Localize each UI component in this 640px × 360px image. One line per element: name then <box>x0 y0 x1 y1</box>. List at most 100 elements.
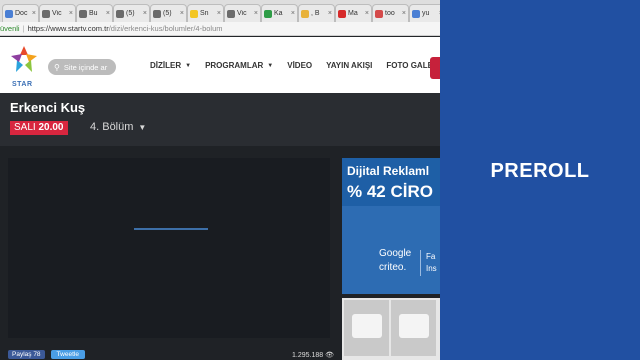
browser-tab[interactable]: Doc × <box>2 4 39 22</box>
tab-favicon-icon <box>42 9 50 18</box>
content-area: Paylaş 78 Tweetle 1.295.188 👁 Dijital Re… <box>0 146 440 360</box>
ad-side-text-1: Fa <box>426 252 436 261</box>
url-host: https://www.startv.com.tr <box>27 24 109 33</box>
ad-brand-criteo: criteo. <box>379 262 407 273</box>
close-icon[interactable]: × <box>143 10 147 17</box>
tab-favicon-icon <box>301 9 309 18</box>
nav-item[interactable]: PROGRAMLAR ▼ <box>205 61 273 70</box>
close-icon[interactable]: × <box>254 10 258 17</box>
tab-label: Ka <box>274 10 283 17</box>
ad-brand-google: Google <box>379 248 412 259</box>
nav-red-button[interactable] <box>430 57 440 79</box>
logo-text: STAR <box>12 81 33 88</box>
episode-selector[interactable]: 4. Bölüm ▼ <box>90 121 146 133</box>
close-icon[interactable]: × <box>69 10 73 17</box>
close-icon[interactable]: × <box>328 10 332 17</box>
close-icon[interactable]: × <box>291 10 295 17</box>
close-icon[interactable]: × <box>365 10 369 17</box>
browser-tab[interactable]: Vic × <box>39 4 76 22</box>
site-search-input[interactable]: ⚲ Site içinde ar <box>48 59 116 75</box>
facebook-share-button[interactable]: Paylaş 78 <box>8 350 45 359</box>
caret-down-icon: ▼ <box>267 62 274 69</box>
tab-label: Bu <box>89 10 98 17</box>
view-count: 1.295.188 👁 <box>292 351 335 360</box>
show-title-bar: Erkenci Kuş SALI 20.00 4. Bölüm ▼ <box>0 93 440 146</box>
episode-label: 4. Bölüm <box>90 121 134 133</box>
browser-tab[interactable]: yu× <box>409 4 440 22</box>
browser-tab[interactable]: , B × <box>298 4 335 22</box>
share-row: Paylaş 78 Tweetle <box>8 350 85 359</box>
banner-ad[interactable]: Dijital Reklaml % 42 CİRO Google criteo.… <box>342 158 440 294</box>
product-thumb <box>344 300 389 356</box>
address-separator: | <box>22 24 25 33</box>
nav-item-label: PROGRAMLAR <box>205 61 264 70</box>
tab-favicon-icon <box>412 9 420 18</box>
tab-label: too <box>385 10 395 17</box>
view-count-value: 1.295.188 <box>292 351 324 359</box>
caret-down-icon: ▼ <box>185 62 192 69</box>
browser-tab[interactable]: Sn × <box>187 4 224 22</box>
tab-favicon-icon <box>375 9 383 18</box>
tab-label: Doc <box>15 10 28 17</box>
twitter-share-button[interactable]: Tweetle <box>50 350 85 359</box>
tab-favicon-icon <box>227 9 235 18</box>
close-icon[interactable]: × <box>402 10 406 17</box>
address-bar[interactable]: üvenli | https://www.startv.com.tr /dizi… <box>0 22 440 36</box>
tab-favicon-icon <box>153 9 161 18</box>
tab-label: Sn <box>200 10 209 17</box>
close-icon[interactable]: × <box>180 10 184 17</box>
airtime-time: 20.00 <box>38 122 64 133</box>
browser-tab[interactable]: too × <box>372 4 409 22</box>
tab-label: , B <box>311 10 320 17</box>
url-path: /dizi/erkenci-kus/bolumler/4-bolum <box>108 24 223 33</box>
tab-label: (5) <box>126 10 135 17</box>
search-icon: ⚲ <box>54 62 60 72</box>
nav-item-label: YAYIN AKIŞI <box>326 61 373 70</box>
eye-icon: 👁 <box>325 352 335 359</box>
tab-favicon-icon <box>79 9 87 18</box>
chevron-down-icon: ▼ <box>138 122 147 132</box>
nav-item[interactable]: YAYIN AKIŞI <box>326 61 372 70</box>
airtime-badge: SALI 20.00 <box>10 121 68 135</box>
browser-tab[interactable]: (5) × <box>113 4 150 22</box>
tab-label: Ma <box>348 10 358 17</box>
tab-favicon-icon <box>264 9 272 18</box>
tab-label: Vic <box>237 10 247 17</box>
airtime-day: SALI <box>14 122 36 133</box>
nav-item[interactable]: DİZİLER ▼ <box>150 61 191 70</box>
security-label: üvenli <box>0 24 20 33</box>
browser-tab[interactable]: Ma × <box>335 4 372 22</box>
browser-window: Doc × Vic × Bu × (5) × (5) × Sn × Vic × Ka × , B × Ma × too ×… <box>0 0 440 360</box>
browser-tab[interactable]: Bu × <box>76 4 113 22</box>
ad-product-thumbs[interactable] <box>342 298 440 360</box>
tab-strip: Doc × Vic × Bu × (5) × (5) × Sn × Vic × Ka × , B × Ma × too ×… <box>0 0 440 22</box>
close-icon[interactable]: × <box>106 10 110 17</box>
tab-favicon-icon <box>116 9 124 18</box>
tab-favicon-icon <box>338 9 346 18</box>
browser-tab[interactable]: (5) × <box>150 4 187 22</box>
ad-side-text-2: Ins <box>426 264 437 273</box>
nav-item-label: VİDEO <box>287 61 313 70</box>
tab-label: Vic <box>52 10 62 17</box>
site-header: STAR ⚲ Site içinde ar DİZİLER ▼ PROGRAMLAR… <box>0 37 440 93</box>
tab-label: (5) <box>163 10 172 17</box>
loading-bar <box>134 228 208 230</box>
nav-item[interactable]: VİDEO <box>287 61 312 70</box>
nav-item-label: DİZİLER <box>150 61 182 70</box>
ad-headline: Dijital Reklaml <box>347 164 430 178</box>
close-icon[interactable]: × <box>32 10 36 17</box>
tab-label: yu <box>422 10 430 17</box>
browser-tab[interactable]: Vic × <box>224 4 261 22</box>
ad-big-text: % 42 CİRO <box>347 182 433 201</box>
main-nav: DİZİLER ▼ PROGRAMLAR ▼ VİDEO YAYIN AKIŞI FOTO … <box>150 61 440 70</box>
tab-favicon-icon <box>190 9 198 18</box>
video-player[interactable] <box>8 158 330 338</box>
close-icon[interactable]: × <box>217 10 221 17</box>
browser-tab[interactable]: Ka × <box>261 4 298 22</box>
ad-divider <box>420 250 421 276</box>
search-placeholder: Site içinde ar <box>63 62 108 72</box>
show-title: Erkenci Kuş <box>10 100 86 115</box>
product-thumb <box>391 300 436 356</box>
preroll-label: PREROLL <box>490 160 590 182</box>
tab-favicon-icon <box>5 9 13 18</box>
